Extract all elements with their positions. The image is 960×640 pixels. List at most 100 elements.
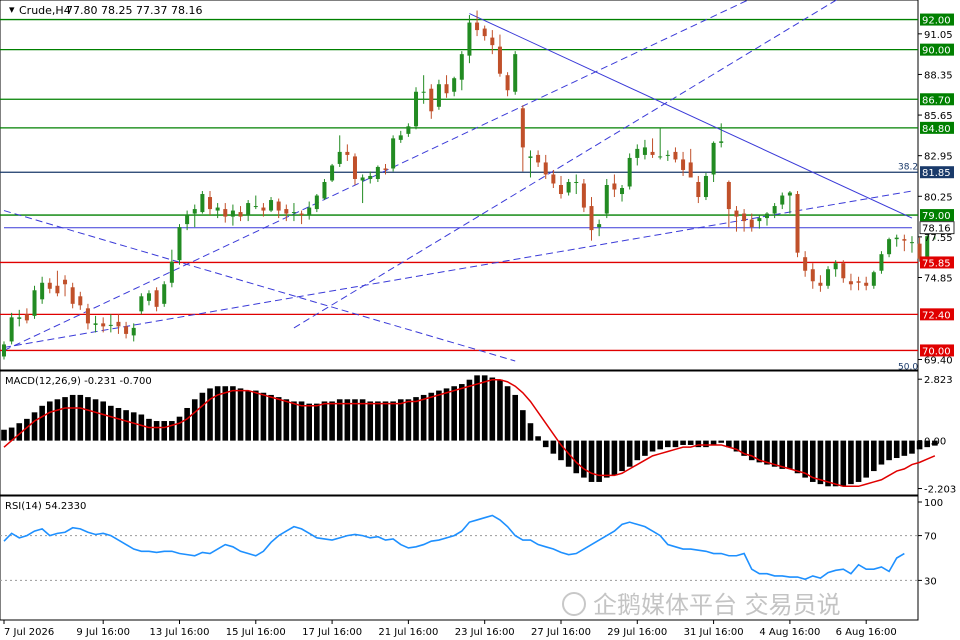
rsi-tick-label: 70 <box>924 532 937 543</box>
candle-body <box>124 326 129 334</box>
macd-bar <box>581 440 587 478</box>
macd-bar <box>459 384 465 441</box>
macd-bar <box>718 440 725 443</box>
macd-bar <box>46 401 53 441</box>
candle-body <box>902 239 907 241</box>
macd-bar <box>825 440 831 487</box>
candle-body <box>398 135 403 140</box>
macd-bar <box>207 388 213 441</box>
macd-tick-label: 0.00 <box>924 437 946 448</box>
candle-body <box>101 323 106 327</box>
candle-body <box>826 269 831 286</box>
macd-bar <box>108 405 114 441</box>
macd-bar <box>69 394 76 441</box>
macd-bar <box>611 440 618 476</box>
macd-bar <box>764 440 770 465</box>
candle-body <box>452 78 457 92</box>
macd-bar <box>512 394 519 441</box>
candle-body <box>780 195 785 205</box>
macd-bar <box>382 401 389 441</box>
chart-terminal[interactable]: 38.250.0 91.0588.3585.6582.9580.2577.557… <box>0 0 960 640</box>
candle-body <box>421 91 426 93</box>
time-tick-label: 27 Jul 16:00 <box>531 627 591 638</box>
macd-bar <box>573 440 580 474</box>
candle-body <box>856 281 861 283</box>
time-tick-label: 21 Jul 16:00 <box>378 627 438 638</box>
macd-bar <box>909 440 915 454</box>
macd-bar <box>626 440 633 467</box>
candle-body <box>269 200 274 211</box>
level-price-label: 84.80 <box>922 124 951 135</box>
candle-body <box>307 207 312 216</box>
macd-bar <box>413 397 419 441</box>
level-price-label: 81.85 <box>922 168 951 179</box>
macd-bar <box>436 390 442 441</box>
macd-bar <box>619 440 625 472</box>
macd-bar <box>298 401 305 441</box>
price-tick-label: 91.05 <box>924 30 953 41</box>
candle-body <box>818 282 823 286</box>
candle-body <box>85 308 90 324</box>
candle-body <box>444 84 449 94</box>
candle-body <box>833 263 838 270</box>
candle-body <box>612 183 617 190</box>
candle-body <box>467 22 472 56</box>
candle-body <box>810 269 815 282</box>
macd-tick-label: -2.203 <box>924 485 956 496</box>
candle-body <box>749 219 754 228</box>
candle-body <box>497 46 502 74</box>
macd-bar <box>245 390 251 441</box>
macd-bar <box>642 440 648 456</box>
candle-body <box>154 290 159 307</box>
time-tick-label: 15 Jul 16:00 <box>226 627 286 638</box>
macd-bar <box>497 379 503 441</box>
macd-bar <box>886 440 892 461</box>
candle-body <box>688 162 693 178</box>
candle-body <box>360 177 365 181</box>
macd-bar <box>123 410 129 441</box>
time-tick-label: 9 Jul 16:00 <box>76 627 130 638</box>
candle-body <box>635 148 640 158</box>
candle-body <box>139 296 144 312</box>
macd-bar <box>443 388 450 441</box>
macd-bar <box>504 386 511 441</box>
level-price-label: 72.40 <box>922 310 951 321</box>
macd-bar <box>222 386 229 441</box>
macd-bar <box>359 399 366 441</box>
macd-bar <box>848 440 854 485</box>
macd-bar <box>771 440 778 467</box>
watermark-text: 企鹅媒体平台 交易员说 <box>593 591 841 619</box>
macd-bar <box>893 440 900 459</box>
candle-body <box>879 254 884 271</box>
candle-body <box>551 174 556 184</box>
candle-body <box>436 84 441 107</box>
candle-body <box>673 151 678 160</box>
level-price-label: 75.85 <box>922 258 951 269</box>
macd-bar <box>665 440 671 448</box>
candle-body <box>490 37 495 46</box>
macd-bar <box>169 421 175 441</box>
rsi-title: RSI(14) 54.2330 <box>5 501 86 512</box>
candle-body <box>696 181 701 198</box>
candle-body <box>475 22 480 31</box>
candle-body <box>291 212 296 214</box>
time-tick-label: 29 Jul 16:00 <box>607 627 667 638</box>
candle-body <box>9 317 14 342</box>
macd-bar <box>176 416 183 441</box>
candle-body <box>665 154 670 156</box>
candle-body <box>917 243 922 259</box>
macd-bar <box>588 440 595 482</box>
candle-body <box>223 209 228 217</box>
macd-bar <box>527 423 534 441</box>
candle-body <box>887 239 892 255</box>
macd-bar <box>138 414 145 441</box>
price-tick-label: 74.85 <box>924 274 953 285</box>
macd-bar <box>146 418 152 441</box>
price-tick-label: 85.65 <box>924 111 953 122</box>
candle-body <box>185 215 190 225</box>
macd-bar <box>634 440 641 461</box>
candle-body <box>406 126 411 134</box>
candle-body <box>24 314 29 321</box>
macd-bar <box>397 399 404 441</box>
candle-body <box>169 261 174 283</box>
